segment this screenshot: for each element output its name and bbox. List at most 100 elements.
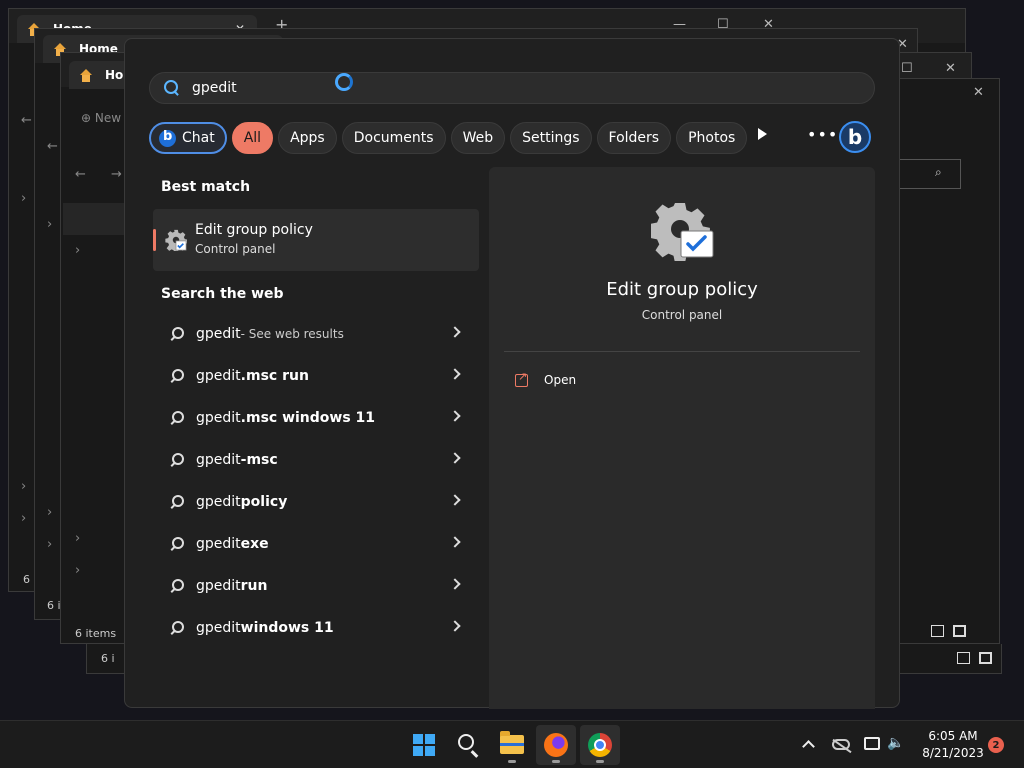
web-result-suffix: policy — [240, 494, 288, 510]
filter-documents[interactable]: Documents — [341, 122, 446, 154]
web-result-query: gpedit — [196, 578, 241, 594]
expand-chevron-icon[interactable]: › — [75, 531, 80, 546]
group-policy-gear-icon — [165, 229, 187, 251]
search-input[interactable] — [192, 80, 352, 96]
explorer-window-right-1[interactable]: ✕ ⌕ — [890, 78, 1000, 644]
open-label: Open — [544, 373, 577, 387]
network-icon[interactable] — [864, 737, 880, 750]
filter-documents-label: Documents — [353, 130, 434, 146]
filter-apps[interactable]: Apps — [278, 122, 337, 154]
web-result-query: gpedit — [196, 620, 241, 636]
status-item-count: 6 items — [75, 627, 117, 640]
filter-all[interactable]: All — [231, 122, 274, 154]
web-result-extra: - See web results — [240, 327, 344, 341]
close-window-icon[interactable]: ✕ — [973, 85, 984, 100]
details-view-icon[interactable] — [957, 652, 970, 664]
back-arrow-icon[interactable]: ← — [47, 139, 58, 154]
more-options-icon[interactable]: ••• — [807, 125, 838, 144]
tiles-view-icon[interactable] — [979, 652, 992, 664]
chevron-right-icon — [449, 494, 461, 506]
clock-time[interactable]: 6:05 AM — [918, 729, 988, 743]
maximize-icon[interactable]: ☐ — [901, 61, 913, 76]
expand-chevron-icon[interactable]: › — [21, 511, 26, 526]
best-match-title: Edit group policy — [195, 222, 313, 238]
best-match-result[interactable]: Edit group policy Control panel — [153, 209, 479, 271]
web-result-query: gpedit — [196, 536, 241, 552]
search-web-heading: Search the web — [161, 286, 284, 302]
volume-icon[interactable]: 🔈 — [887, 735, 904, 751]
web-result-suffix: .msc windows 11 — [240, 410, 376, 426]
filter-web[interactable]: Web — [450, 122, 506, 154]
clock-date[interactable]: 8/21/2023 — [918, 746, 988, 760]
running-indicator — [508, 760, 516, 763]
taskbar-search-button[interactable] — [448, 725, 488, 765]
status-item-count: 6 i — [101, 652, 115, 665]
filter-chat[interactable]: Chat — [149, 122, 227, 154]
new-button[interactable]: ⊕ New — [81, 111, 121, 125]
web-result-item[interactable]: gpedit policy — [153, 481, 479, 523]
chevron-right-icon — [449, 452, 461, 464]
filter-chat-label: Chat — [182, 130, 215, 146]
filter-all-label: All — [243, 130, 262, 146]
web-result-query: gpedit — [196, 368, 241, 384]
search-box[interactable] — [149, 72, 875, 104]
expand-chevron-icon[interactable]: › — [75, 243, 80, 258]
preview-pane: Edit group policy Control panel Open — [489, 167, 875, 709]
windows-logo-icon — [413, 734, 435, 756]
web-results-list: gpedit - See web results gpedit .msc run … — [153, 313, 479, 649]
search-icon — [169, 621, 184, 635]
firefox-icon — [544, 733, 568, 757]
expand-chevron-icon[interactable]: › — [47, 537, 52, 552]
web-result-item[interactable]: gpedit exe — [153, 523, 479, 565]
forward-arrow-icon[interactable]: → — [111, 167, 122, 182]
back-arrow-icon[interactable]: ← — [75, 167, 86, 182]
filter-settings[interactable]: Settings — [510, 122, 592, 154]
web-result-item[interactable]: gpedit .msc windows 11 — [153, 397, 479, 439]
web-result-item[interactable]: gpedit run — [153, 565, 479, 607]
search-icon — [169, 537, 184, 551]
status-item-count: 6 i — [47, 599, 61, 612]
more-filters-play-icon[interactable] — [758, 128, 767, 140]
web-result-item[interactable]: gpedit -msc — [153, 439, 479, 481]
web-result-item[interactable]: gpedit windows 11 — [153, 607, 479, 649]
start-button[interactable] — [404, 725, 444, 765]
back-arrow-icon[interactable]: ← — [21, 113, 32, 128]
close-window-icon[interactable]: ✕ — [945, 61, 956, 76]
open-action[interactable]: Open — [515, 370, 577, 387]
taskbar-chrome[interactable] — [580, 725, 620, 765]
search-icon — [169, 327, 184, 341]
preview-title: Edit group policy — [606, 279, 758, 300]
chevron-right-icon — [449, 326, 461, 338]
filter-photos[interactable]: Photos — [676, 122, 748, 154]
taskbar-file-explorer[interactable] — [492, 725, 532, 765]
web-result-suffix: exe — [240, 536, 269, 552]
filter-folders-label: Folders — [608, 130, 660, 146]
web-result-item[interactable]: gpedit - See web results — [153, 313, 479, 355]
web-result-suffix: .msc run — [240, 368, 309, 384]
expand-chevron-icon[interactable]: › — [75, 563, 80, 578]
show-hidden-icons-chevron-icon[interactable] — [802, 740, 815, 753]
tiles-view-icon[interactable] — [953, 625, 966, 637]
expand-chevron-icon[interactable]: › — [21, 479, 26, 494]
details-view-icon[interactable] — [931, 625, 944, 637]
web-result-item[interactable]: gpedit .msc run — [153, 355, 479, 397]
search-box-stub[interactable] — [891, 159, 961, 189]
sidebar-selected-home[interactable] — [63, 203, 125, 235]
notification-badge[interactable]: 2 — [988, 737, 1004, 753]
chevron-right-icon — [449, 410, 461, 422]
onedrive-offline-icon[interactable] — [832, 739, 850, 750]
running-indicator — [596, 760, 604, 763]
chevron-right-icon — [449, 578, 461, 590]
new-label: New — [94, 111, 122, 125]
search-icon — [164, 80, 180, 96]
filter-web-label: Web — [462, 130, 494, 146]
expand-chevron-icon[interactable]: › — [21, 191, 26, 206]
preview-subtitle: Control panel — [641, 308, 723, 322]
taskbar-firefox[interactable] — [536, 725, 576, 765]
bing-chat-button[interactable]: b — [839, 121, 871, 153]
search-icon — [169, 495, 184, 509]
web-result-query: gpedit — [196, 410, 241, 426]
expand-chevron-icon[interactable]: › — [47, 217, 52, 232]
filter-folders[interactable]: Folders — [596, 122, 672, 154]
expand-chevron-icon[interactable]: › — [47, 505, 52, 520]
